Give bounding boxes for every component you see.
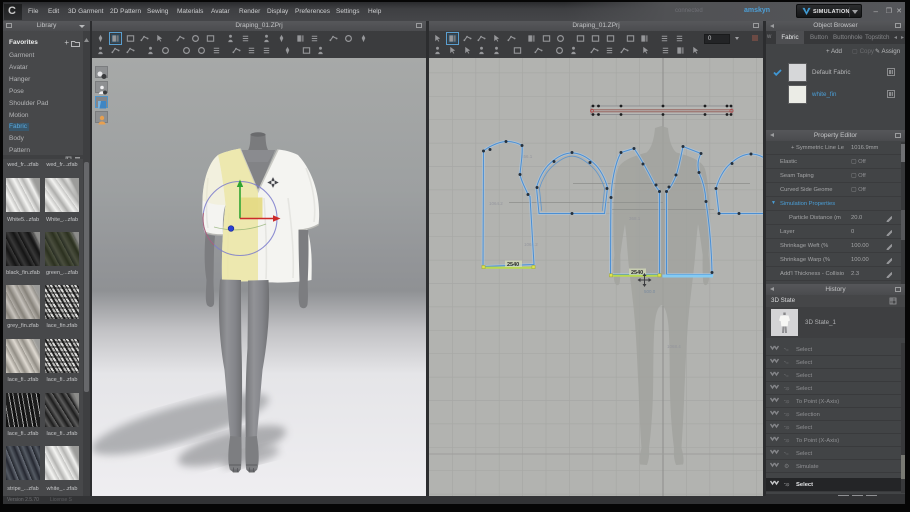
svg-text:1068.4: 1068.4: [667, 344, 681, 349]
svg-text:2540: 2540: [631, 270, 643, 276]
svg-text:1064.2: 1064.2: [524, 242, 538, 247]
svg-text:368.1: 368.1: [629, 216, 641, 221]
svg-text:1064.2: 1064.2: [489, 201, 503, 206]
svg-text:2540: 2540: [507, 262, 519, 268]
svg-text:500.0: 500.0: [644, 289, 656, 294]
